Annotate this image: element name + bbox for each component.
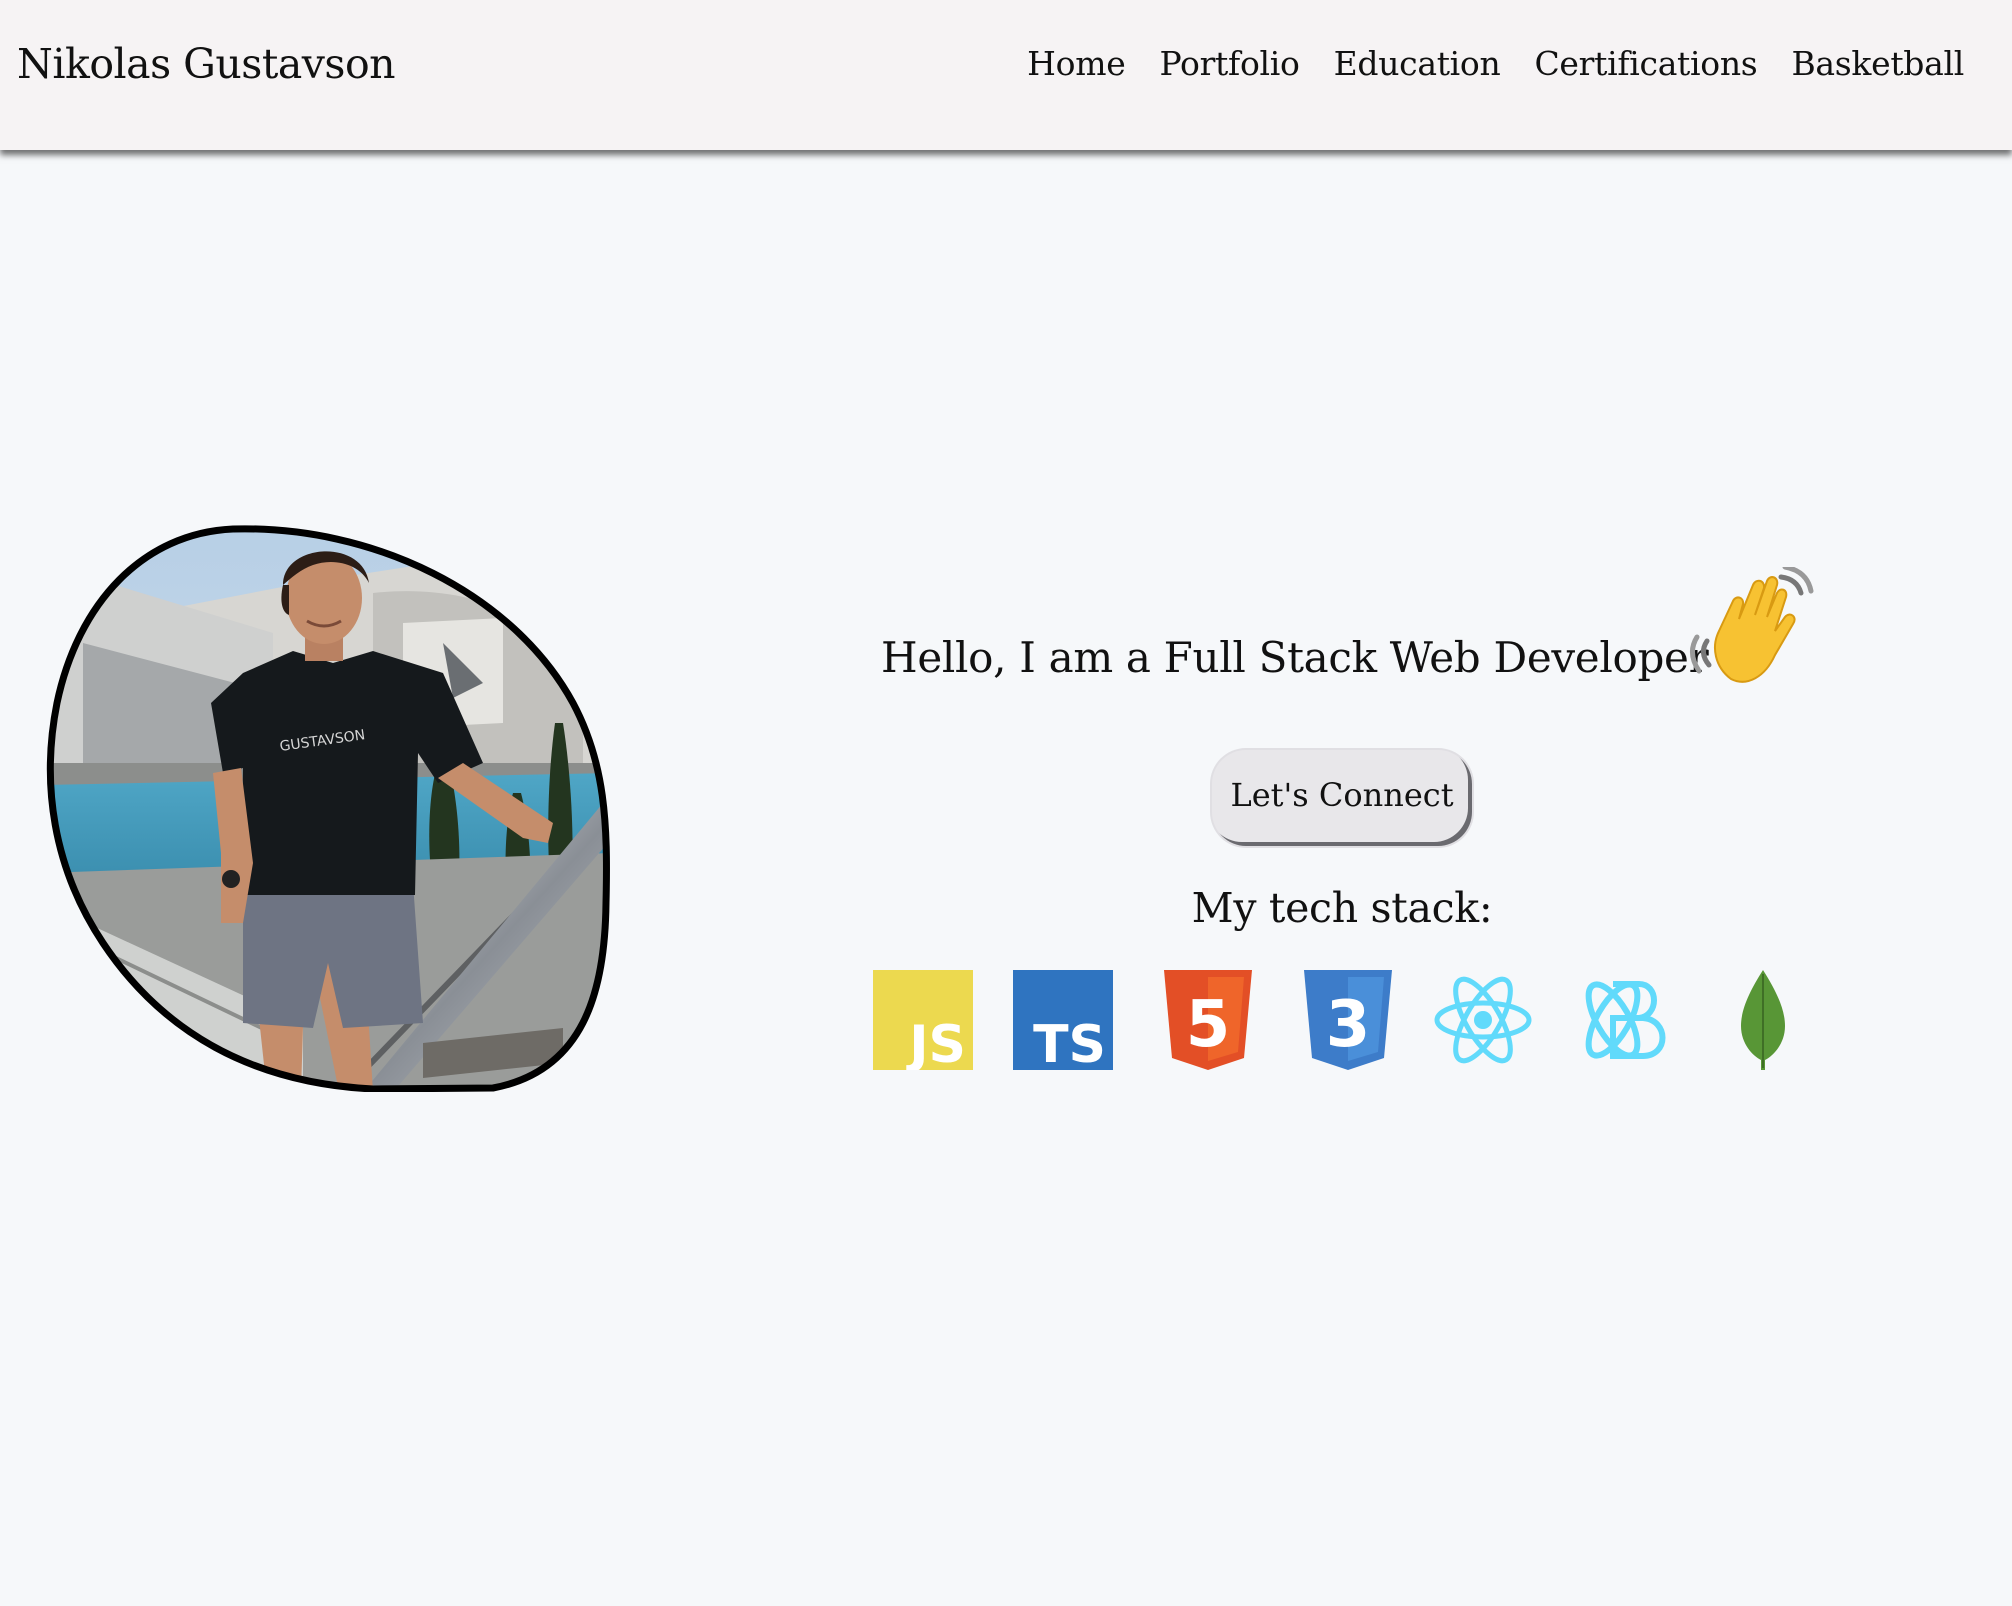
typescript-icon: TS bbox=[1013, 970, 1113, 1070]
nav-link-home[interactable]: Home bbox=[1027, 40, 1126, 88]
javascript-icon: JS bbox=[873, 970, 973, 1070]
lets-connect-button[interactable]: Let's Connect bbox=[1212, 750, 1472, 846]
css3-icon-label: 3 bbox=[1326, 988, 1371, 1062]
nav-link-portfolio[interactable]: Portfolio bbox=[1159, 40, 1299, 88]
nav-links: Home Portfolio Education Certifications … bbox=[1027, 40, 1964, 88]
tech-stack-row: JS TS 5 3 bbox=[873, 970, 1793, 1070]
redux-toolkit-icon bbox=[1573, 970, 1673, 1070]
javascript-icon-label: JS bbox=[906, 1015, 966, 1070]
nav-link-basketball[interactable]: Basketball bbox=[1791, 40, 1964, 88]
nav-link-education[interactable]: Education bbox=[1334, 40, 1501, 88]
hero-greeting-row: Hello, I am a Full Stack Web Developer bbox=[881, 564, 1841, 692]
nav-link-certifications[interactable]: Certifications bbox=[1534, 40, 1757, 88]
hero-greeting: Hello, I am a Full Stack Web Developer bbox=[881, 633, 1709, 682]
profile-photo: GUSTAVSON bbox=[43, 523, 611, 1092]
html5-icon-label: 5 bbox=[1186, 988, 1231, 1062]
brand-name[interactable]: Nikolas Gustavson bbox=[17, 36, 396, 92]
mongodb-icon bbox=[1713, 970, 1813, 1070]
react-icon bbox=[1433, 970, 1533, 1070]
top-navbar: Nikolas Gustavson Home Portfolio Educati… bbox=[0, 0, 2012, 150]
css3-icon: 3 bbox=[1298, 970, 1398, 1070]
tech-stack-title: My tech stack: bbox=[1191, 884, 1493, 932]
html5-icon: 5 bbox=[1158, 970, 1258, 1070]
waving-hand-icon bbox=[1689, 564, 1819, 697]
typescript-icon-label: TS bbox=[1033, 1015, 1106, 1070]
